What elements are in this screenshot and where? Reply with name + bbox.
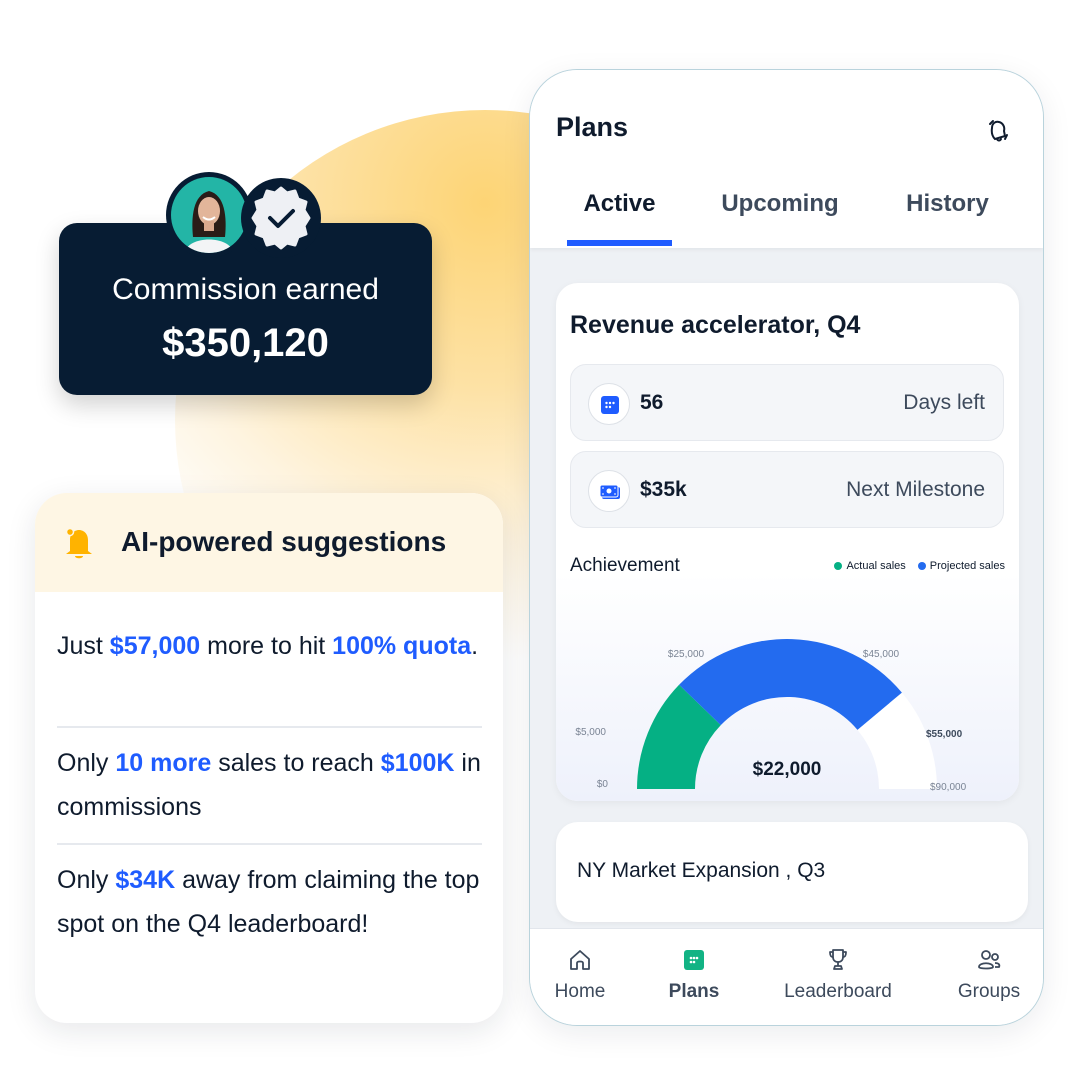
nav-label: Plans xyxy=(668,981,720,1002)
suggestion-text: . xyxy=(471,632,479,660)
page-title: Plans xyxy=(556,112,629,142)
stat-next-milestone: $35k Next Milestone xyxy=(570,451,1004,528)
verified-badge-icon xyxy=(251,186,311,250)
gauge-center-value: $22,000 xyxy=(753,759,822,780)
highlight-text: $34K xyxy=(115,866,176,894)
suggestion-text: more to hit xyxy=(200,632,333,660)
gauge-tick-label: $55,000 xyxy=(926,729,963,740)
divider xyxy=(57,843,482,845)
nav-groups[interactable]: Groups xyxy=(929,947,1043,1003)
achievement-title: Achievement xyxy=(570,555,680,576)
verified-badge xyxy=(241,178,321,258)
legend-dot xyxy=(834,562,843,570)
tab-upcoming[interactable]: Upcoming xyxy=(710,190,850,248)
plan-title: Revenue accelerator, Q4 xyxy=(570,311,861,339)
nav-home[interactable]: Home xyxy=(530,947,640,1003)
trophy-icon xyxy=(829,949,847,970)
gauge-tick-label: $90,000 xyxy=(930,782,967,793)
suggestion-item: Only 10 more sales to reach $100K in com… xyxy=(57,741,482,829)
nav-plans[interactable]: Plans xyxy=(634,947,754,1003)
nav-label: Leaderboard xyxy=(784,981,892,1002)
gauge-tick-label: $25,000 xyxy=(668,649,705,660)
bell-icon xyxy=(65,527,92,559)
ai-suggestions-card: AI-powered suggestions Just $57,000 more… xyxy=(35,493,503,1023)
suggestion-item: Just $57,000 more to hit 100% quota. xyxy=(57,624,482,668)
legend-label: Actual sales xyxy=(846,560,906,572)
suggestion-text: sales to reach xyxy=(211,749,381,777)
plan-card[interactable]: Revenue accelerator, Q4 56 Days left $35… xyxy=(556,283,1019,801)
tab-label: History xyxy=(906,190,989,217)
ai-suggestions-title: AI-powered suggestions xyxy=(121,526,447,557)
stat-label: Days left xyxy=(903,391,985,414)
bottom-nav: Home Plans Leaderboard Groups xyxy=(530,928,1043,1025)
nav-leaderboard[interactable]: Leaderboard xyxy=(778,947,898,1003)
app-header: Plans Active Upcoming History xyxy=(530,70,1043,248)
commission-label: Commission earned xyxy=(112,273,379,306)
tab-history[interactable]: History xyxy=(890,190,1005,248)
legend-item-projected: Projected sales xyxy=(917,560,1005,572)
divider xyxy=(57,726,482,728)
suggestion-text: Only xyxy=(57,866,116,894)
gauge-tick-label: $45,000 xyxy=(863,649,900,660)
plans-icon xyxy=(684,950,704,970)
bell-off-icon[interactable] xyxy=(983,115,1013,145)
active-tab-indicator xyxy=(567,240,672,246)
legend-dot xyxy=(917,562,926,570)
money-icon xyxy=(588,470,630,512)
stat-value: 56 xyxy=(640,391,664,414)
achievement-gauge: $0 $5,000 $25,000 $45,000 $55,000 $90,000 $22… xyxy=(575,639,967,793)
chart-legend: Actual sales Projected sales xyxy=(834,560,1005,572)
ai-suggestions-header: AI-powered suggestions xyxy=(35,493,503,592)
plan-title: NY Market Expansion , Q3 xyxy=(577,859,826,882)
gauge-tick-label: $5,000 xyxy=(575,727,606,738)
person-avatar-icon xyxy=(171,177,247,253)
nav-label: Groups xyxy=(957,981,1021,1002)
stat-label: Next Milestone xyxy=(846,478,985,501)
highlight-text: 10 more xyxy=(115,749,212,777)
stat-value: $35k xyxy=(640,478,687,501)
highlight-text: 100% quota xyxy=(332,632,472,660)
groups-icon xyxy=(978,950,1001,970)
plan-tabs: Active Upcoming History xyxy=(530,190,1043,248)
highlight-text: $57,000 xyxy=(109,632,201,660)
suggestion-text: Just xyxy=(57,632,110,660)
avatar xyxy=(166,172,252,258)
phone-screen: Plans Active Upcoming History Revenue ac… xyxy=(529,69,1044,1026)
plan-card-ny[interactable]: NY Market Expansion , Q3 xyxy=(556,822,1028,922)
home-icon xyxy=(570,950,590,970)
tab-label: Upcoming xyxy=(721,190,839,217)
legend-label: Projected sales xyxy=(929,560,1005,572)
gauge-tick-label: $0 xyxy=(597,779,609,790)
commission-value: $350,120 xyxy=(162,321,329,365)
suggestion-text: Only xyxy=(57,749,116,777)
legend-item-actual: Actual sales xyxy=(834,560,906,572)
suggestion-item: Only $34K away from claiming the top spo… xyxy=(57,858,482,946)
tab-label: Active xyxy=(583,190,656,217)
highlight-text: $100K xyxy=(380,749,455,777)
calendar-icon xyxy=(588,383,630,425)
stat-days-left: 56 Days left xyxy=(570,364,1004,441)
nav-label: Home xyxy=(554,981,606,1002)
